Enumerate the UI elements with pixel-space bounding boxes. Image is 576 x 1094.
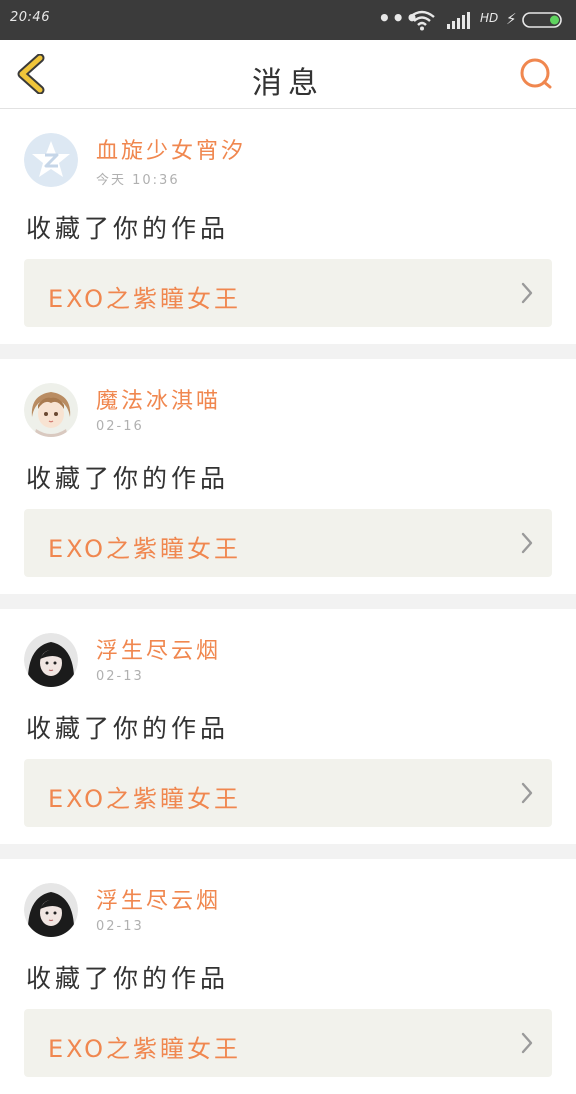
status-time: 20:46: [10, 10, 50, 25]
action-text: 收藏了你的作品: [26, 464, 230, 493]
user-avatar[interactable]: [24, 383, 78, 437]
battery-icon: [522, 12, 562, 28]
signal-icon: [447, 12, 470, 29]
page-title: 消息: [252, 66, 324, 101]
search-icon[interactable]: [516, 54, 556, 94]
network-label: HD: [480, 11, 499, 25]
work-link[interactable]: EXO之紫瞳女王: [24, 509, 552, 577]
work-link[interactable]: EXO之紫瞳女王: [24, 1009, 552, 1077]
user-name[interactable]: 血旋少女宵汐: [96, 133, 246, 165]
action-text: 收藏了你的作品: [26, 214, 230, 243]
user-name[interactable]: 魔法冰淇喵: [96, 383, 221, 415]
message-card: 血旋少女宵汐 今天 10:36 收藏了你的作品 EXO之紫瞳女王: [0, 109, 576, 344]
user-avatar[interactable]: [24, 633, 78, 687]
work-link[interactable]: EXO之紫瞳女王: [24, 259, 552, 327]
message-time: 02-13: [96, 919, 144, 934]
user-avatar[interactable]: [24, 133, 78, 187]
work-link[interactable]: EXO之紫瞳女王: [24, 759, 552, 827]
dark-hair-girl-avatar: [24, 883, 78, 937]
user-avatar[interactable]: [24, 883, 78, 937]
qq-default-avatar-icon: [24, 133, 78, 187]
chevron-right-icon: [521, 782, 533, 804]
message-card: 浮生尽云烟 02-13 收藏了你的作品 EXO之紫瞳女王: [0, 609, 576, 844]
user-name[interactable]: 浮生尽云烟: [96, 633, 221, 665]
user-name[interactable]: 浮生尽云烟: [96, 883, 221, 915]
dark-hair-girl-avatar: [24, 633, 78, 687]
action-text: 收藏了你的作品: [26, 964, 230, 993]
chevron-right-icon: [521, 1032, 533, 1054]
chevron-right-icon: [521, 532, 533, 554]
work-title: EXO之紫瞳女王: [48, 785, 241, 813]
chevron-right-icon: [521, 282, 533, 304]
message-time: 02-13: [96, 669, 144, 684]
message-card: 魔法冰淇喵 02-16 收藏了你的作品 EXO之紫瞳女王: [0, 359, 576, 594]
work-title: EXO之紫瞳女王: [48, 1035, 241, 1063]
wifi-icon: [409, 10, 435, 31]
message-card: 浮生尽云烟 02-13 收藏了你的作品 EXO之紫瞳女王: [0, 859, 576, 1094]
top-nav-bar: 消息: [0, 40, 576, 109]
status-bar: 20:46 ••• HD ⚡: [0, 0, 576, 40]
charging-bolt-icon: ⚡: [506, 10, 517, 28]
message-time: 02-16: [96, 419, 144, 434]
anime-girl-avatar: [24, 383, 78, 437]
action-text: 收藏了你的作品: [26, 714, 230, 743]
work-title: EXO之紫瞳女王: [48, 285, 241, 313]
message-time: 今天 10:36: [96, 173, 180, 188]
work-title: EXO之紫瞳女王: [48, 535, 241, 563]
